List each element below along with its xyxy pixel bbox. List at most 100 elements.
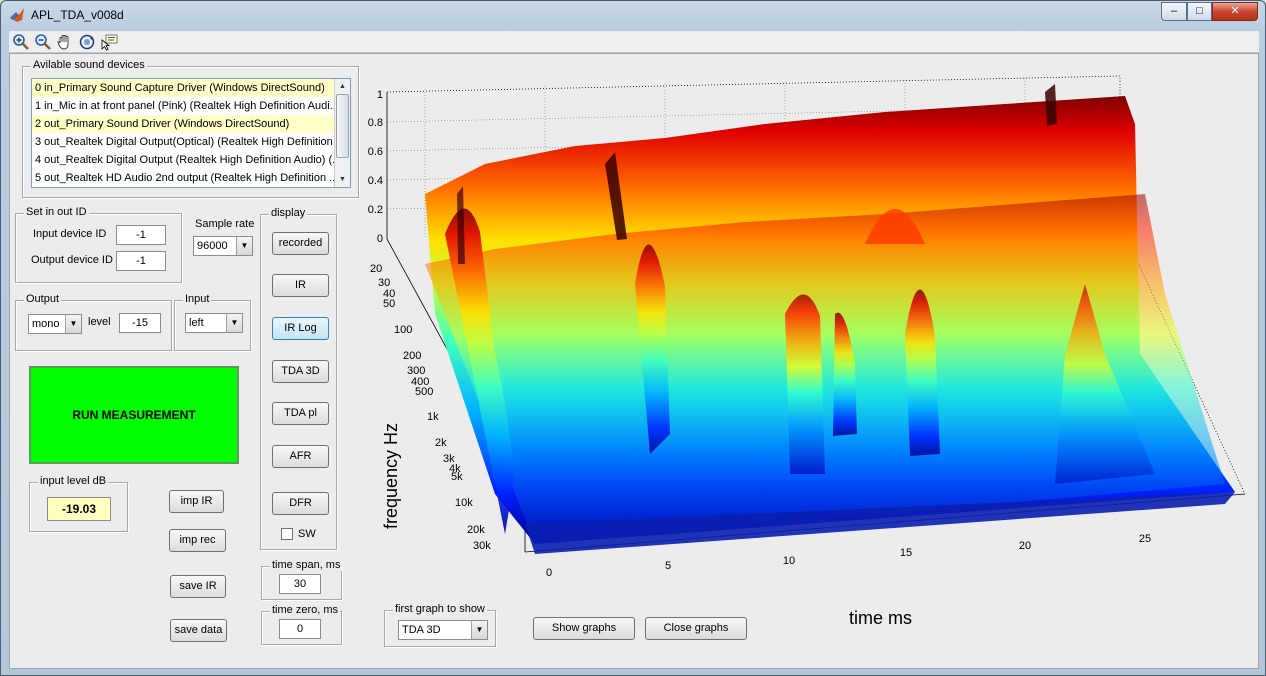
- tda-3d-waterfall-plot[interactable]: 10.80.60.40.20 203040501002003004005001k…: [365, 54, 1255, 654]
- display-group: display recorded IR IR Log TDA 3D TDA pl AFR D…: [260, 207, 337, 550]
- devices-listbox[interactable]: 0 in_Primary Sound Capture Driver (Windo…: [31, 78, 351, 188]
- app-window: APL_TDA_v008d – □ ✕ Avilable sound devic…: [0, 0, 1266, 676]
- time-zero-title: time zero, ms: [270, 604, 341, 616]
- tick-label: 20: [1019, 540, 1031, 552]
- sw-checkbox[interactable]: [281, 528, 293, 540]
- tick-label: 0: [546, 567, 552, 579]
- tick-label: 10k: [455, 497, 473, 509]
- tick-label: 1: [377, 89, 383, 101]
- level-label: level: [88, 316, 111, 328]
- input-title: Input: [183, 293, 212, 305]
- output-title: Output: [24, 293, 62, 305]
- display-button-tda-3d[interactable]: TDA 3D: [272, 360, 329, 383]
- scroll-down-icon[interactable]: ▼: [335, 172, 350, 187]
- display-button-dfr[interactable]: DFR: [272, 492, 329, 515]
- output-mode-dropdown[interactable]: mono ▼: [28, 314, 82, 334]
- figure-canvas: Avilable sound devices 0 in_Primary Soun…: [9, 53, 1259, 669]
- sw-label: SW: [298, 528, 316, 540]
- io-id-title: Set in out ID: [24, 206, 89, 218]
- window-title: APL_TDA_v008d: [31, 8, 124, 22]
- pan-hand-icon[interactable]: [55, 32, 75, 52]
- maximize-button[interactable]: □: [1187, 2, 1212, 21]
- data-cursor-icon[interactable]: [99, 32, 119, 52]
- device-list-item[interactable]: 3 out_Realtek Digital Output(Optical) (R…: [32, 133, 350, 151]
- chevron-down-icon: ▼: [226, 314, 242, 332]
- device-list-item[interactable]: 2 out_Primary Sound Driver (Windows Dire…: [32, 115, 350, 133]
- sample-rate-dropdown[interactable]: 96000 ▼: [193, 236, 253, 256]
- time-span-title: time span, ms: [270, 559, 343, 571]
- input-group: Input left ▼: [174, 293, 251, 351]
- tick-label: 20k: [467, 524, 485, 536]
- rotate-3d-icon[interactable]: [77, 32, 97, 52]
- input-level-group: input level dB -19.03: [29, 475, 128, 532]
- waterfall-surface: [425, 84, 1235, 554]
- device-list-item[interactable]: 0 in_Primary Sound Capture Driver (Windo…: [32, 79, 350, 97]
- input-device-id-label: Input device ID: [33, 228, 107, 240]
- tick-label: 200: [403, 350, 421, 362]
- time-zero-field[interactable]: 0: [279, 619, 321, 639]
- devices-scrollbar[interactable]: ▲ ▼: [334, 79, 350, 187]
- tick-label: 2k: [435, 437, 447, 449]
- devices-group-title: Avilable sound devices: [31, 59, 147, 71]
- input-device-id-field[interactable]: -1: [116, 225, 166, 245]
- devices-group: Avilable sound devices 0 in_Primary Soun…: [22, 59, 359, 198]
- tick-label: 30k: [473, 540, 491, 552]
- tick-label: 20: [370, 263, 382, 275]
- imp-rec-button[interactable]: imp rec: [169, 529, 226, 552]
- tick-label: 10: [783, 555, 795, 567]
- chevron-down-icon: ▼: [65, 315, 81, 333]
- tick-label: 5k: [451, 471, 463, 483]
- x-axis-label: time ms: [849, 608, 912, 628]
- display-button-recorded[interactable]: recorded: [272, 232, 329, 255]
- tick-label: 50: [383, 298, 395, 310]
- output-level-field[interactable]: -15: [119, 313, 161, 333]
- io-id-group: Set in out ID Input device ID -1 Output …: [15, 206, 182, 283]
- tick-label: 0.2: [368, 204, 383, 216]
- scroll-up-icon[interactable]: ▲: [335, 79, 350, 94]
- output-group: Output mono ▼ level -15: [15, 293, 172, 351]
- output-mode-value: mono: [32, 318, 60, 330]
- input-channel-dropdown[interactable]: left ▼: [185, 313, 243, 333]
- zoom-out-icon[interactable]: [33, 32, 53, 52]
- y-axis-label: frequency Hz: [381, 423, 401, 529]
- display-button-ir[interactable]: IR: [272, 274, 329, 297]
- tick-label: 1k: [427, 411, 439, 423]
- tick-label: 0: [377, 233, 383, 245]
- tick-label: 0.8: [368, 117, 383, 129]
- title-bar[interactable]: APL_TDA_v008d – □ ✕: [1, 1, 1265, 29]
- tick-label: 500: [415, 386, 433, 398]
- device-list-item[interactable]: 5 out_Realtek HD Audio 2nd output (Realt…: [32, 169, 350, 187]
- tick-label: 25: [1139, 533, 1151, 545]
- save-ir-button[interactable]: save IR: [170, 575, 226, 598]
- display-button-ir-log[interactable]: IR Log: [272, 317, 329, 340]
- figure-toolbar: [9, 31, 1259, 53]
- time-zero-group: time zero, ms 0: [261, 604, 342, 645]
- display-title: display: [269, 207, 308, 219]
- zoom-in-icon[interactable]: [11, 32, 31, 52]
- device-list-item[interactable]: 1 in_Mic in at front panel (Pink) (Realt…: [32, 97, 350, 115]
- matlab-icon: [10, 8, 24, 22]
- display-button-tda-pl[interactable]: TDA pl: [272, 402, 329, 425]
- input-channel-value: left: [189, 317, 204, 329]
- input-level-value: -19.03: [47, 497, 111, 521]
- tick-label: 100: [394, 324, 412, 336]
- run-measurement-button[interactable]: RUN MEASUREMENT: [29, 366, 239, 464]
- save-data-button[interactable]: save data: [170, 619, 227, 642]
- close-button[interactable]: ✕: [1212, 2, 1258, 21]
- tick-label: 15: [900, 547, 912, 559]
- device-list-item[interactable]: 4 out_Realtek Digital Output (Realtek Hi…: [32, 151, 350, 169]
- input-level-title: input level dB: [38, 475, 109, 487]
- sample-rate-value: 96000: [197, 240, 228, 252]
- sample-rate-label: Sample rate: [195, 218, 255, 230]
- imp-ir-button[interactable]: imp IR: [169, 490, 224, 513]
- output-device-id-field[interactable]: -1: [116, 251, 166, 271]
- chevron-down-icon: ▼: [236, 237, 252, 255]
- tick-label: 0.6: [368, 146, 383, 158]
- minimize-button[interactable]: –: [1161, 2, 1187, 21]
- time-span-field[interactable]: 30: [279, 574, 321, 594]
- z-axis-ticks: 1 0.8 0.6 0.4 0.2 0: [368, 89, 383, 245]
- display-button-afr[interactable]: AFR: [272, 445, 329, 468]
- time-span-group: time span, ms 30: [261, 559, 343, 600]
- scroll-thumb[interactable]: [336, 94, 349, 158]
- tick-label: 0.4: [368, 175, 383, 187]
